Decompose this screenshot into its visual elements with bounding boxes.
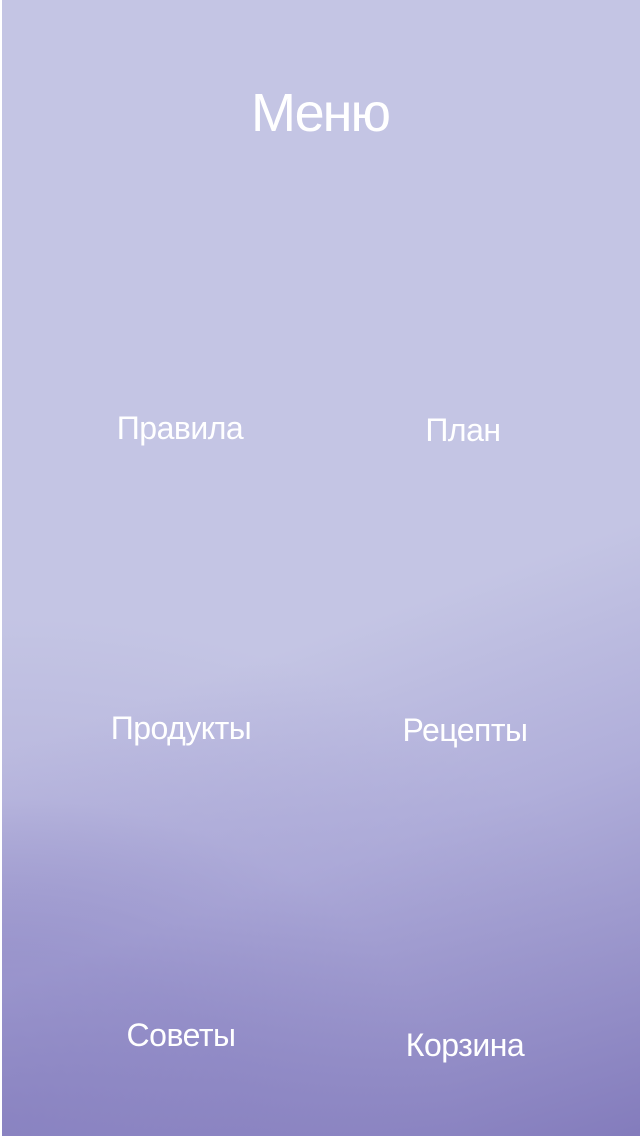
menu-item-rules[interactable]: Правила bbox=[50, 410, 310, 447]
page-title: Меню bbox=[251, 83, 391, 143]
left-edge-divider bbox=[0, 0, 2, 1136]
menu-item-products[interactable]: Продукты bbox=[51, 710, 311, 747]
menu-item-recipes[interactable]: Рецепты bbox=[335, 712, 595, 749]
menu-item-plan[interactable]: План bbox=[333, 412, 593, 449]
menu-item-cart[interactable]: Корзина bbox=[335, 1027, 595, 1064]
menu-item-tips[interactable]: Советы bbox=[51, 1017, 311, 1054]
background-gradient bbox=[0, 0, 640, 1136]
